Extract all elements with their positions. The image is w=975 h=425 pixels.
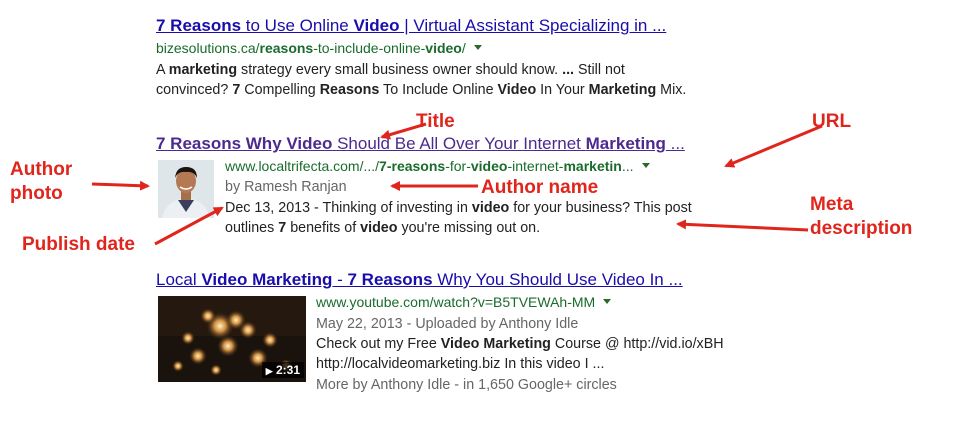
arrow-to-publish-date — [154, 206, 224, 246]
arrow-to-meta-description — [676, 219, 809, 232]
annotation-arrows — [91, 122, 823, 246]
arrow-to-url — [724, 124, 823, 168]
arrow-to-title — [380, 122, 427, 140]
arrow-to-author-photo — [91, 180, 150, 191]
